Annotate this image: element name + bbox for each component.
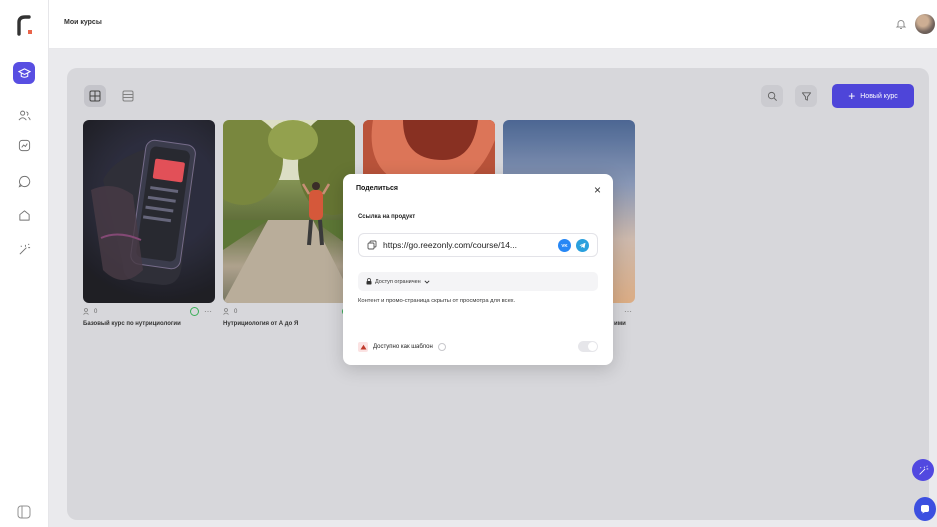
- telegram-share-icon[interactable]: [576, 239, 589, 252]
- product-link-field[interactable]: https://go.reezonly.com/course/14... VK: [358, 233, 598, 257]
- product-link-label: Ссылка на продукт: [358, 214, 416, 220]
- template-icon: [358, 342, 368, 352]
- support-chat-button[interactable]: [914, 497, 936, 521]
- share-modal: Поделиться × Ссылка на продукт https://g…: [343, 174, 613, 365]
- template-toggle[interactable]: [578, 341, 598, 352]
- access-label: Доступ ограничен: [375, 278, 421, 285]
- vk-share-icon[interactable]: VK: [558, 239, 571, 252]
- modal-title: Поделиться: [356, 185, 399, 192]
- access-description: Контент и промо-страница скрыты от просм…: [358, 298, 516, 304]
- copy-icon[interactable]: [367, 240, 377, 250]
- lock-icon: [366, 278, 372, 285]
- product-url: https://go.reezonly.com/course/14...: [383, 240, 518, 250]
- template-label: Доступно как шаблон: [373, 344, 433, 350]
- chevron-down-icon: [424, 279, 430, 284]
- chat-icon: [921, 505, 929, 514]
- magic-assistant-button[interactable]: [912, 459, 934, 481]
- magic-wand-icon: [918, 465, 928, 475]
- access-dropdown[interactable]: Доступ ограничен: [358, 272, 598, 291]
- help-icon[interactable]: [437, 343, 446, 351]
- template-row: Доступно как шаблон: [358, 341, 598, 353]
- close-icon[interactable]: ×: [594, 183, 601, 197]
